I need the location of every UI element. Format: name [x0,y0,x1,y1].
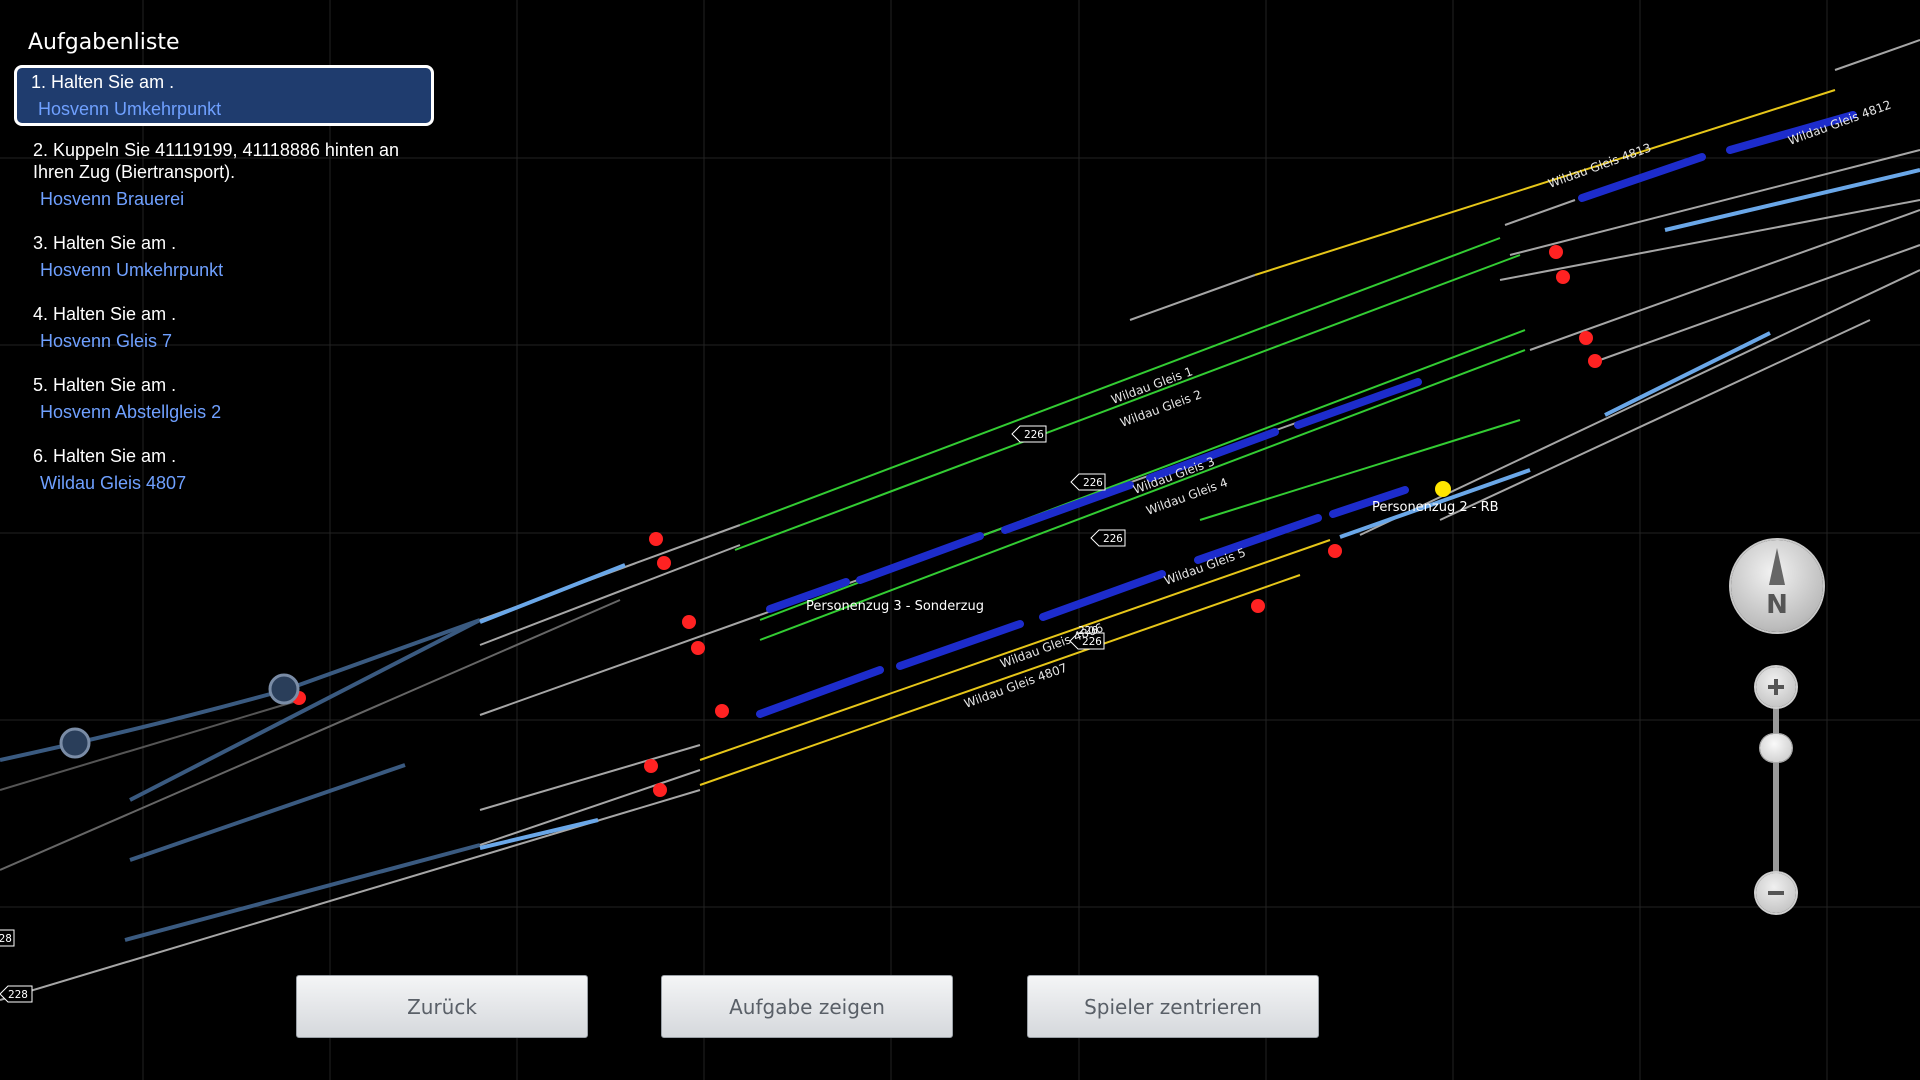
speed-sign: 226 [1024,428,1044,441]
signal-icon [653,783,667,797]
task-location: Hosvenn Abstellgleis 2 [40,402,222,422]
train-label: Personenzug 3 - Sonderzug [806,599,984,614]
speed-signs: 226 226 226 226 226 228 228 [0,425,1126,1003]
compass-icon[interactable]: N [1731,540,1823,632]
task-text: 2. Kuppeln Sie 41119199, 41118886 hinten… [33,140,399,182]
track-label: Wildau Gleis 5 [1162,545,1247,587]
task-location: Hosvenn Umkehrpunkt [40,260,224,280]
signal-icon [649,532,663,546]
zoom-slider-track[interactable] [1773,704,1779,888]
signal-icon [1588,354,1602,368]
switch-marker[interactable] [268,673,300,705]
task-item-6[interactable]: 6. Halten Sie am . Wildau Gleis 4807 [14,438,434,503]
zoom-in-icon[interactable] [1756,667,1796,707]
show-task-button[interactable]: Aufgabe zeigen [661,975,953,1038]
track-label: Wildau Gleis 4812 [1786,98,1893,148]
speed-sign: 226 [1103,532,1123,545]
distant-tracks [0,599,621,942]
signal-icon [715,704,729,718]
train-car[interactable] [1294,378,1422,429]
task-item-2[interactable]: 2. Kuppeln Sie 41119199, 41118886 hinten… [14,132,434,219]
signal-icon [644,759,658,773]
task-list-title: Aufgabenliste [28,30,180,55]
signal-icon [691,641,705,655]
speed-sign: 228 [8,988,28,1001]
train-car[interactable] [1039,570,1166,621]
task-text: 3. Halten Sie am . [33,233,177,253]
train-car[interactable] [756,666,884,718]
task-text: 4. Halten Sie am . [33,304,177,324]
speed-sign: 228 [0,932,12,945]
signal-icon [1328,544,1342,558]
task-location: Wildau Gleis 4807 [40,473,187,493]
task-location: Hosvenn Umkehrpunkt [38,99,222,119]
train-car[interactable] [1194,514,1322,564]
task-text: 1. Halten Sie am . [31,72,175,92]
task-item-4[interactable]: 4. Halten Sie am . Hosvenn Gleis 7 [14,296,434,361]
train-car[interactable] [856,532,984,584]
task-location: Hosvenn Gleis 7 [40,331,173,351]
center-player-button[interactable]: Spieler zentrieren [1027,975,1319,1038]
task-location: Hosvenn Brauerei [40,189,185,209]
signal-icon [657,556,671,570]
signals [292,245,1602,797]
player-position-marker[interactable] [1435,481,1451,497]
task-text: 6. Halten Sie am . [33,446,177,466]
task-item-1[interactable]: 1. Halten Sie am . Hosvenn Umkehrpunkt [14,65,434,126]
compass-letter: N [1766,590,1788,620]
train-label: Personenzug 2 - RB [1372,500,1499,515]
switch-marker[interactable] [59,727,91,759]
signal-icon [682,615,696,629]
track-label: Wildau Gleis 4807 [962,661,1069,711]
task-item-3[interactable]: 3. Halten Sie am . Hosvenn Umkehrpunkt [14,225,434,290]
signal-icon [1579,331,1593,345]
task-item-5[interactable]: 5. Halten Sie am . Hosvenn Abstellgleis … [14,367,434,432]
speed-sign: 226 [1083,476,1103,489]
green-tracks [734,237,1526,641]
zoom-out-icon[interactable] [1756,873,1796,913]
zoom-slider-handle[interactable] [1760,734,1792,762]
task-text: 5. Halten Sie am . [33,375,177,395]
back-button[interactable]: Zurück [296,975,588,1038]
task-list-panel: Aufgabenliste 1. Halten Sie am . Hosvenn… [14,24,434,509]
signal-icon [1556,270,1570,284]
signal-icon [1251,599,1265,613]
trains[interactable] [756,111,1857,718]
signal-icon [1549,245,1563,259]
